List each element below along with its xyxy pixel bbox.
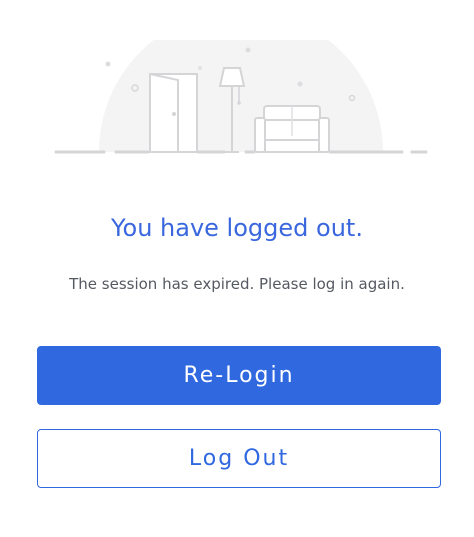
logged-out-illustration [50,40,434,165]
logout-button[interactable]: Log Out [37,429,441,488]
session-expired-message: The session has expired. Please log in a… [69,275,405,293]
background-circle [99,40,383,152]
logged-out-title: You have logged out. [111,214,363,242]
relogin-button[interactable]: Re-Login [37,346,441,405]
sofa-icon [254,105,330,153]
door-icon [149,72,198,153]
